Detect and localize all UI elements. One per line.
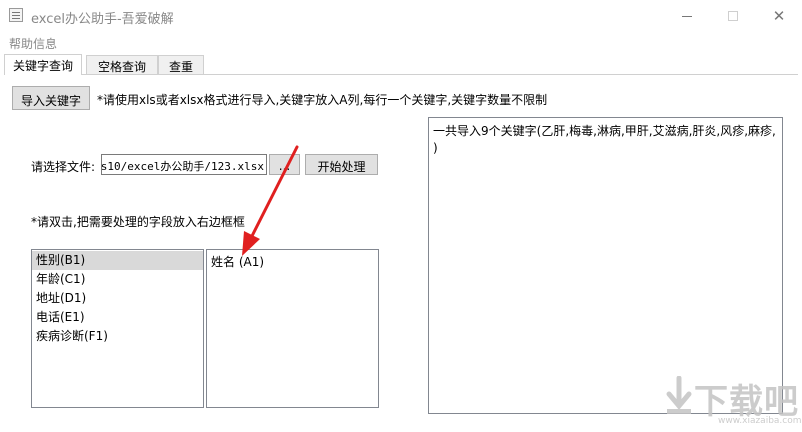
menu-bar: 帮助信息 <box>0 32 802 52</box>
file-path-input[interactable]: rs10/excel办公助手/123.xlsx <box>101 154 267 175</box>
fields-hint: *请双击,把需要处理的字段放入右边框框 <box>31 215 245 229</box>
import-keywords-button[interactable]: 导入关键字 <box>12 86 90 110</box>
tab-keyword-query[interactable]: 关键字查询 <box>4 54 82 75</box>
list-item[interactable]: 性别(B1) <box>32 251 203 270</box>
download-logo-icon <box>666 376 692 414</box>
list-item[interactable]: 电话(E1) <box>32 308 203 327</box>
title-bar: excel办公助手-吾爱破解 ✕ <box>0 0 802 32</box>
app-icon <box>9 8 23 22</box>
file-path-value: rs10/excel办公助手/123.xlsx <box>101 160 264 173</box>
list-item[interactable]: 姓名 (A1) <box>207 253 378 272</box>
list-item[interactable]: 疾病诊断(F1) <box>32 327 203 346</box>
browse-button[interactable]: ... <box>269 154 300 175</box>
import-hint: *请使用xls或者xlsx格式进行导入,关键字放入A列,每行一个关键字,关键字数… <box>97 93 548 107</box>
available-fields-list[interactable]: 性别(B1) 年龄(C1) 地址(D1) 电话(E1) 疾病诊断(F1) <box>31 249 204 408</box>
file-label: 请选择文件: <box>31 160 96 174</box>
list-item[interactable]: 年龄(C1) <box>32 270 203 289</box>
result-output[interactable]: 一共导入9个关键字(乙肝,梅毒,淋病,甲肝,艾滋病,肝炎,风疹,麻疹, ) <box>428 117 783 414</box>
window-title: excel办公助手-吾爱破解 <box>31 12 174 27</box>
tab-duplicate-check[interactable]: 查重 <box>158 55 204 74</box>
selected-fields-list[interactable]: 姓名 (A1) <box>206 249 379 408</box>
watermark-url: www.xiazaiba.com <box>718 416 802 426</box>
minimize-button[interactable] <box>664 0 710 32</box>
close-icon: ✕ <box>772 7 786 25</box>
minimize-icon <box>682 15 692 17</box>
maximize-button[interactable] <box>710 0 756 32</box>
maximize-icon <box>728 11 738 21</box>
start-processing-button[interactable]: 开始处理 <box>305 154 378 175</box>
close-button[interactable]: ✕ <box>756 0 802 32</box>
list-item[interactable]: 地址(D1) <box>32 289 203 308</box>
tab-space-query[interactable]: 空格查询 <box>86 55 158 74</box>
menu-help[interactable]: 帮助信息 <box>9 35 57 52</box>
watermark: 下载吧 www.xiazaiba.com <box>662 372 802 428</box>
